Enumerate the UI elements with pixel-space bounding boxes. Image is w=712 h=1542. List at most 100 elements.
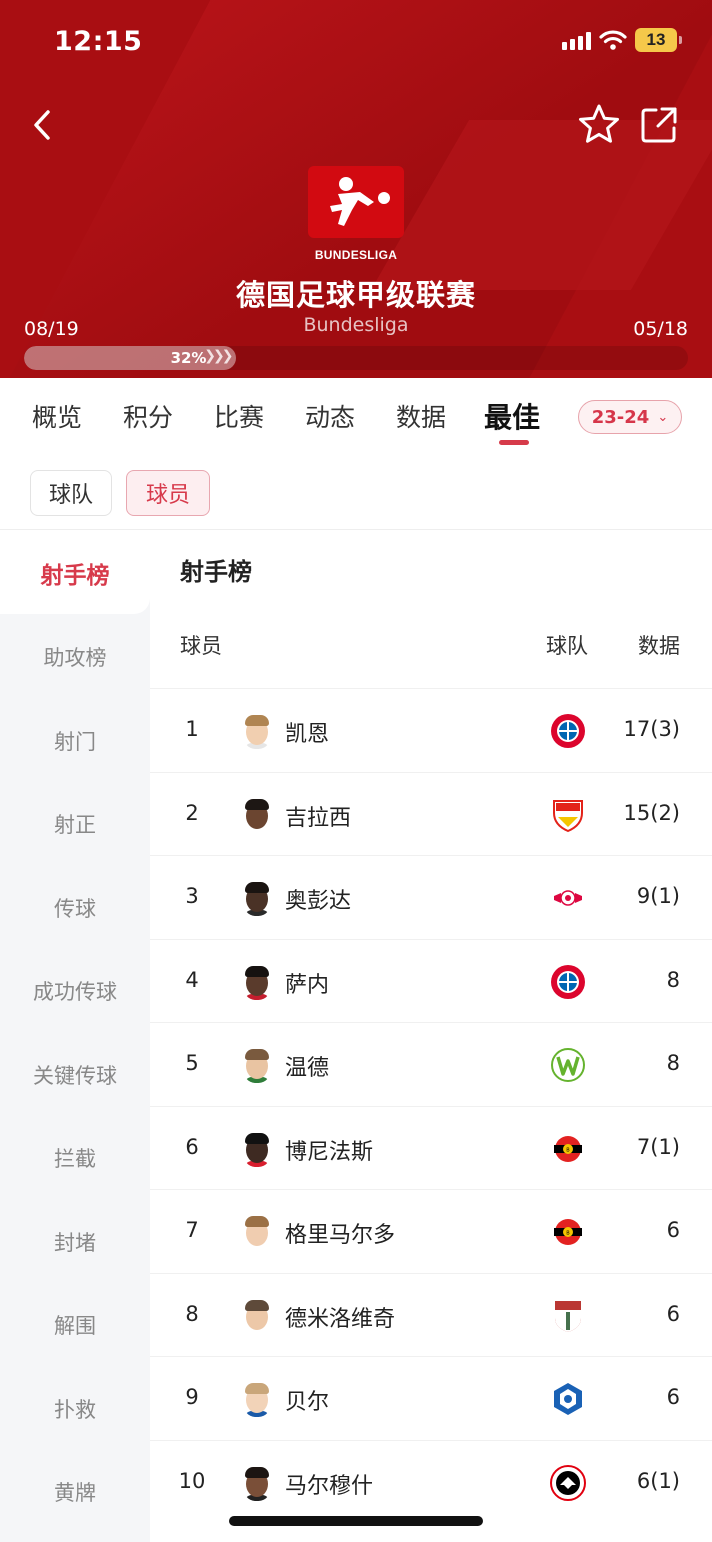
- player-name: 凯恩: [285, 722, 330, 747]
- player-avatar: [242, 880, 272, 916]
- sidebar-item-top-scorers[interactable]: 射手榜: [0, 556, 150, 590]
- battery-icon: 13: [635, 28, 677, 52]
- player-name: 马尔穆什: [285, 1473, 374, 1499]
- player-rank: 3: [185, 884, 199, 908]
- bayern-crest-icon: [551, 964, 585, 999]
- player-goals: 17(3): [623, 717, 680, 741]
- sidebar-item-interceptions[interactable]: 拦截: [0, 1143, 150, 1173]
- leverkusen-crest-icon: B: [554, 1219, 582, 1245]
- season-end-date: 05/18: [633, 318, 688, 340]
- player-rank: 4: [185, 967, 199, 992]
- sidebar-item-shots[interactable]: 射门: [0, 726, 150, 756]
- player-goals: 15(2): [623, 800, 680, 825]
- team-filter-chip[interactable]: 球队: [30, 470, 112, 516]
- player-goals: 8: [666, 967, 680, 992]
- svg-text:B: B: [566, 1231, 570, 1237]
- share-icon[interactable]: [638, 104, 680, 146]
- sidebar-item-clearances[interactable]: 解围: [0, 1310, 150, 1340]
- favorite-star-icon[interactable]: [576, 102, 622, 148]
- table-row[interactable]: 10 马尔穆什 6(1): [150, 1439, 712, 1523]
- battery-tip: [679, 36, 682, 44]
- sidebar-item-shots-on-target[interactable]: 射正: [0, 809, 150, 839]
- bundesliga-logo-text: BUNDESLIGA: [314, 248, 398, 262]
- season-progress-fill: 32% ❯❯❯: [24, 346, 237, 370]
- player-avatar: [242, 1047, 272, 1083]
- hoffenheim-crest-icon: [554, 1383, 582, 1415]
- player-name: 吉拉西: [285, 805, 352, 831]
- sidebar-item-passes[interactable]: 传球: [0, 893, 150, 923]
- active-tab-indicator: [499, 440, 529, 445]
- sidebar-item-successful-passes[interactable]: 成功传球: [0, 976, 150, 1006]
- player-goals: 6: [666, 1301, 680, 1326]
- player-name: 博尼法斯: [285, 1139, 374, 1165]
- back-icon[interactable]: [24, 100, 64, 150]
- season-progress-label: 32%: [170, 349, 207, 367]
- tab-matches[interactable]: 比赛: [214, 398, 264, 434]
- status-time: 12:15: [54, 26, 143, 57]
- player-rank: 7: [185, 1218, 199, 1242]
- table-row[interactable]: 9 贝尔 6: [150, 1356, 712, 1439]
- player-goals: 7(1): [636, 1134, 680, 1159]
- player-rank: 9: [185, 1385, 199, 1409]
- col-header-data: 数据: [638, 634, 680, 658]
- player-goals: 8: [666, 1051, 680, 1075]
- tab-stats[interactable]: 数据: [396, 398, 446, 434]
- table-row[interactable]: 1 凯恩 17(3): [150, 688, 712, 771]
- player-goals: 6(1): [636, 1468, 680, 1493]
- augsburg-crest-icon: [555, 1300, 581, 1332]
- player-name: 贝尔: [285, 1390, 330, 1415]
- table-row[interactable]: 4 萨内 8: [150, 938, 712, 1022]
- player-rank: 1: [185, 717, 199, 741]
- tab-news[interactable]: 动态: [305, 398, 355, 434]
- home-indicator[interactable]: [229, 1516, 483, 1526]
- sidebar-item-assists[interactable]: 助攻榜: [0, 642, 150, 672]
- player-filter-chip[interactable]: 球员: [126, 470, 210, 516]
- sidebar-item-saves[interactable]: 扑救: [0, 1394, 150, 1424]
- category-sidebar: [0, 530, 150, 1542]
- player-goals: 6: [666, 1218, 680, 1242]
- wifi-icon: [599, 30, 627, 50]
- player-avatar: [242, 1465, 272, 1501]
- tab-bar: 概览 积分 比赛 动态 数据 最佳 23-24 ⌄: [0, 378, 712, 456]
- list-title: 射手榜: [180, 558, 252, 586]
- player-goals: 6: [666, 1385, 680, 1409]
- bayern-crest-icon: [551, 714, 585, 748]
- league-title: 德国足球甲级联赛: [235, 278, 476, 312]
- table-header: 球员 球队 数据: [150, 630, 712, 668]
- table-row[interactable]: 7 格里马尔多 B 6: [150, 1189, 712, 1272]
- season-selector[interactable]: 23-24 ⌄: [578, 400, 682, 434]
- chevron-down-icon: ⌄: [657, 409, 669, 425]
- table-row[interactable]: 3 奥彭达 9(1): [150, 855, 712, 938]
- table-row[interactable]: 8 德米洛维奇 6: [150, 1272, 712, 1356]
- table-row[interactable]: 6 博尼法斯 B 7(1): [150, 1105, 712, 1189]
- player-avatar: [242, 1131, 272, 1167]
- player-name: 萨内: [285, 972, 330, 998]
- season-selector-label: 23-24: [591, 406, 650, 428]
- sidebar-item-key-passes[interactable]: 关键传球: [0, 1060, 150, 1090]
- player-avatar: [242, 713, 272, 749]
- bundesliga-logo: BUNDESLIGA: [308, 166, 404, 262]
- player-rank: 5: [185, 1051, 199, 1075]
- player-name: 奥彭达: [285, 889, 352, 914]
- leipzig-crest-icon: [554, 890, 582, 906]
- tab-best[interactable]: 最佳: [484, 396, 540, 436]
- table-row[interactable]: 5 温德 8: [150, 1022, 712, 1105]
- player-avatar: [242, 797, 272, 833]
- svg-text:B: B: [566, 1147, 570, 1153]
- player-rank: 10: [178, 1468, 206, 1493]
- season-progress-bar: 32% ❯❯❯: [24, 346, 688, 370]
- tab-overview[interactable]: 概览: [32, 398, 82, 434]
- leverkusen-crest-icon: B: [554, 1135, 582, 1162]
- status-indicators: 13: [562, 28, 682, 52]
- signal-icon: [562, 30, 591, 50]
- sidebar-item-blocks[interactable]: 封堵: [0, 1227, 150, 1257]
- player-avatar: [242, 1298, 272, 1334]
- col-header-team: 球队: [546, 634, 588, 658]
- table-row[interactable]: 2 吉拉西 15(2): [150, 771, 712, 855]
- col-header-player: 球员: [180, 634, 222, 658]
- progress-chevrons-icon: ❯❯❯: [204, 348, 233, 364]
- frankfurt-crest-icon: [550, 1464, 586, 1501]
- player-rank: 6: [185, 1134, 199, 1159]
- sidebar-item-yellow-cards[interactable]: 黄牌: [0, 1477, 150, 1507]
- tab-standings[interactable]: 积分: [123, 398, 173, 434]
